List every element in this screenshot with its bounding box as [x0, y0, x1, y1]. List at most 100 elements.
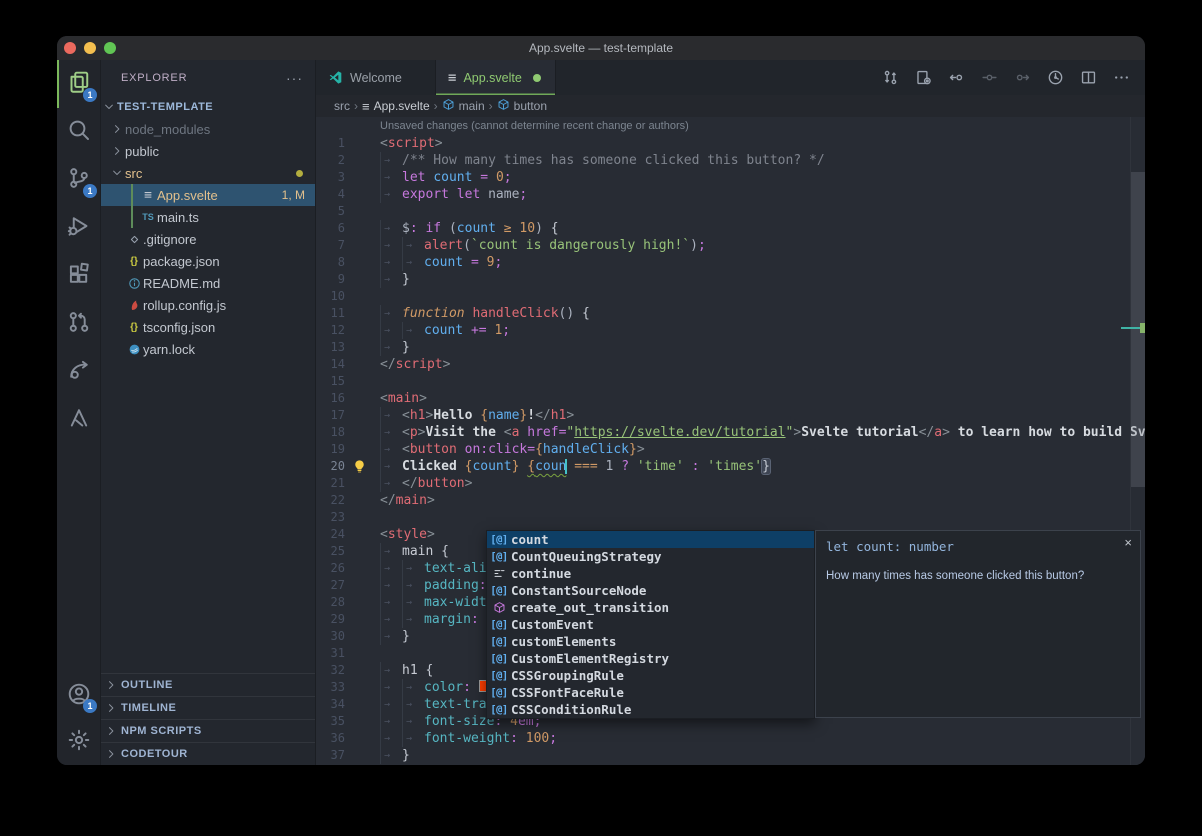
section-codetour[interactable]: CODETOUR	[101, 742, 315, 765]
code-text: <script>	[380, 135, 443, 152]
close-icon[interactable]: ×	[1124, 535, 1132, 550]
tree-item-src[interactable]: src	[101, 162, 315, 184]
suggest-item-cssconditionrule[interactable]: [@]CSSConditionRule	[487, 701, 814, 718]
activity-item-source-control[interactable]: 1	[57, 156, 100, 204]
activity-badge: 1	[83, 184, 97, 198]
chevron-right-icon	[101, 679, 121, 691]
activity-item-settings[interactable]	[57, 719, 100, 765]
close-window-button[interactable]	[64, 42, 76, 54]
tree-item-public[interactable]: public	[101, 140, 315, 162]
chevron-right-icon	[109, 145, 125, 157]
tree-item-node-modules[interactable]: node_modules	[101, 118, 315, 140]
activity-item-run-debug[interactable]	[57, 204, 100, 252]
gutter-slot	[345, 169, 380, 186]
gutter-slot	[345, 254, 380, 271]
suggest-item-countqueuingstrategy[interactable]: [@]CountQueuingStrategy	[487, 548, 814, 565]
tree-item-tsconfig-json[interactable]: {}tsconfig.json	[101, 316, 315, 338]
symbol-variable-icon: [@]	[487, 551, 511, 563]
line-number: 36	[316, 730, 345, 747]
gutter-slot	[345, 322, 380, 339]
chevron-right-icon	[109, 123, 125, 135]
breadcrumb-item-main[interactable]: main	[442, 98, 485, 114]
symbol-icon	[497, 98, 510, 114]
suggest-item-constantsourcenode[interactable]: [@]ConstantSourceNode	[487, 582, 814, 599]
code-text: </script>	[380, 356, 450, 373]
modified-dot	[533, 74, 541, 82]
suggest-item-customelements[interactable]: [@]customElements	[487, 633, 814, 650]
code-text: →</button>	[380, 475, 472, 492]
suggest-item-customelementregistry[interactable]: [@]CustomElementRegistry	[487, 650, 814, 667]
activity-bar-top: 11	[57, 60, 100, 444]
tree-item-yarn-lock[interactable]: yarn.lock	[101, 338, 315, 360]
extensions-icon	[67, 262, 91, 291]
suggest-label: CustomEvent	[511, 617, 594, 632]
gutter-slot	[345, 628, 380, 645]
lightbulb-icon[interactable]	[345, 458, 380, 475]
gutter-slot	[345, 645, 380, 662]
tree-root-folder[interactable]: TEST-TEMPLATE	[101, 96, 315, 118]
breadcrumb-separator: ›	[354, 99, 358, 113]
breadcrumb-item-app-svelte[interactable]: ≡App.svelte	[362, 99, 430, 113]
suggest-item-create_out_transition[interactable]: create_out_transition	[487, 599, 814, 616]
gitlens-compare-button[interactable]	[878, 66, 902, 90]
code-editor[interactable]: Unsaved changes (cannot determine recent…	[316, 117, 1145, 765]
file-heatmap-button[interactable]	[1043, 66, 1067, 90]
file-label: main.ts	[157, 210, 199, 225]
activity-item-github-pr[interactable]	[57, 300, 100, 348]
suggest-item-count[interactable]: [@]count	[487, 531, 814, 548]
line-number: 7	[316, 237, 345, 254]
rollup-file-icon	[125, 299, 143, 312]
open-changes-button[interactable]	[911, 66, 935, 90]
tree-item-app-svelte[interactable]: ≡App.svelte1, M	[101, 184, 315, 206]
suggest-item-cssfontfacerule[interactable]: [@]CSSFontFaceRule	[487, 684, 814, 701]
line-number: 28	[316, 594, 345, 611]
line-number: 31	[316, 645, 345, 662]
tree-item-package-json[interactable]: {}package.json	[101, 250, 315, 272]
previous-change-button[interactable]	[944, 66, 968, 90]
code-text: →Clicked {count} {coun === 1 ? 'time' : …	[380, 458, 770, 475]
breadcrumb-item-button[interactable]: button	[497, 98, 547, 114]
activity-item-azure[interactable]	[57, 396, 100, 444]
sidebar-more-actions-icon[interactable]: ···	[286, 70, 303, 86]
activity-item-extensions[interactable]	[57, 252, 100, 300]
current-change-button[interactable]	[977, 66, 1001, 90]
activity-item-accounts[interactable]: 1	[57, 673, 100, 719]
code-text: →main {	[380, 543, 449, 560]
gutter-slot	[345, 135, 380, 152]
suggest-item-cssgroupingrule[interactable]: [@]CSSGroupingRule	[487, 667, 814, 684]
suggest-item-customevent[interactable]: [@]CustomEvent	[487, 616, 814, 633]
code-line-4: 4→export let name;	[316, 186, 1145, 203]
code-line-16: 16<main>	[316, 390, 1145, 407]
gutter-slot	[345, 441, 380, 458]
tree-item--gitignore[interactable]: .gitignore	[101, 228, 315, 250]
tree-item-readme-md[interactable]: README.md	[101, 272, 315, 294]
code-line-18: 18→<p>Visit the <a href="https://svelte.…	[316, 424, 1145, 441]
symbol-variable-icon: [@]	[487, 534, 511, 546]
activity-item-explorer[interactable]: 1	[57, 60, 100, 108]
code-text: →→count += 1;	[380, 322, 510, 339]
activity-item-search[interactable]	[57, 108, 100, 156]
section-npm-scripts[interactable]: NPM SCRIPTS	[101, 719, 315, 742]
minimize-window-button[interactable]	[84, 42, 96, 54]
sidebar-header: EXPLORER ···	[101, 60, 315, 96]
suggest-item-continue[interactable]: continue	[487, 565, 814, 582]
tab-app-svelte[interactable]: ≡App.svelte	[436, 60, 556, 95]
line-number: 22	[316, 492, 345, 509]
file-label: tsconfig.json	[143, 320, 215, 335]
next-change-button[interactable]	[1010, 66, 1034, 90]
line-number: 1	[316, 135, 345, 152]
breadcrumb-item-src[interactable]: src	[334, 99, 350, 113]
tree-item-rollup-config-js[interactable]: rollup.config.js	[101, 294, 315, 316]
split-editor-button[interactable]	[1076, 66, 1100, 90]
tree-item-main-ts[interactable]: TSmain.ts	[101, 206, 315, 228]
gutter-slot	[345, 305, 380, 322]
code-line-13: 13→}	[316, 339, 1145, 356]
tab-welcome[interactable]: Welcome	[316, 60, 436, 95]
section-timeline[interactable]: TIMELINE	[101, 696, 315, 719]
more-actions-button[interactable]	[1109, 66, 1133, 90]
gutter-slot	[345, 696, 380, 713]
activity-item-live-share[interactable]	[57, 348, 100, 396]
zoom-window-button[interactable]	[104, 42, 116, 54]
line-number: 29	[316, 611, 345, 628]
section-outline[interactable]: OUTLINE	[101, 674, 315, 696]
